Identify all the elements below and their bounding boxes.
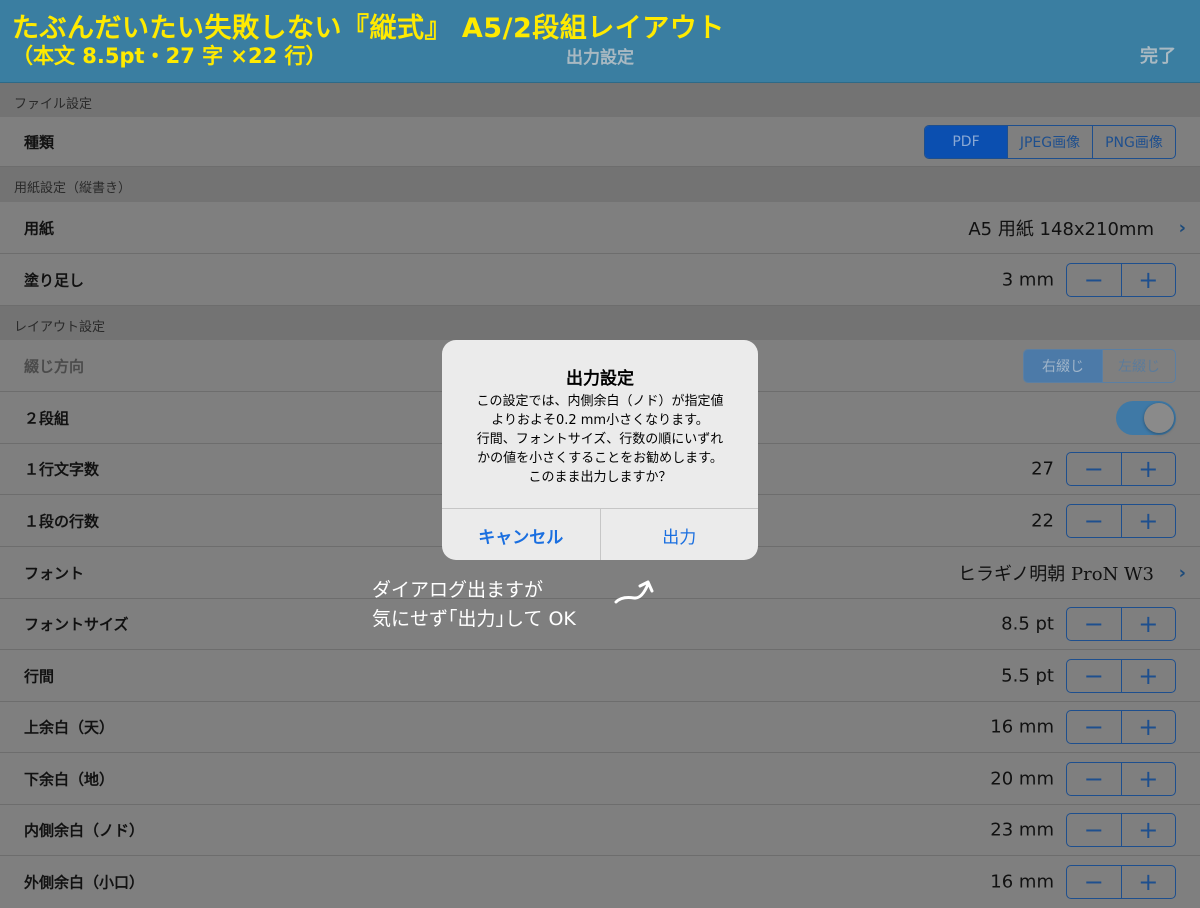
- annotation-line: 気にせず｢出力｣して OK: [372, 608, 576, 630]
- lines-per-column-label: １段の行数: [24, 512, 100, 530]
- margin-outer-row: 外側余白（小口） 16 mm − +: [0, 856, 1200, 908]
- font-size-stepper: − +: [1066, 607, 1176, 641]
- dialog-title: 出力設定: [566, 369, 634, 389]
- decrement-button[interactable]: −: [1067, 711, 1121, 743]
- decrement-button[interactable]: −: [1067, 660, 1121, 692]
- dialog-message-line: よりおよそ0.2 mm小さくなります。: [491, 413, 709, 428]
- bleed-stepper: − +: [1066, 262, 1176, 297]
- two-column-toggle[interactable]: [1116, 400, 1176, 435]
- margin-outer-stepper: − +: [1066, 865, 1176, 899]
- binding-segmented: 右綴じ 左綴じ: [1023, 348, 1176, 383]
- lines-per-column-stepper: − +: [1066, 503, 1176, 538]
- increment-button[interactable]: +: [1120, 711, 1176, 743]
- section-header-paper: 用紙設定（縦書き）: [0, 167, 1200, 202]
- margin-bottom-value: 20 mm: [990, 768, 1054, 789]
- font-size-value: 8.5 pt: [1001, 613, 1054, 635]
- margin-top-label: 上余白（天）: [24, 718, 115, 737]
- dialog-message-line: 行間、フォントサイズ、行数の順にいずれ: [476, 432, 724, 447]
- section-title-paper: 用紙設定（縦書き）: [14, 181, 132, 196]
- segment-right-binding[interactable]: 右綴じ: [1024, 349, 1102, 382]
- increment-button[interactable]: +: [1120, 263, 1176, 296]
- dialog-message-line: このまま出力しますか？: [528, 470, 672, 485]
- margin-inner-stepper: − +: [1066, 813, 1176, 847]
- navigation-header: たぶんだいたい失敗しない『縦式』 A5/2段組レイアウト （本文 8.5pt・2…: [0, 0, 1200, 83]
- margin-outer-label: 外側余白（小口）: [24, 873, 145, 892]
- segment-left-binding[interactable]: 左綴じ: [1102, 349, 1175, 382]
- section-title-layout: レイアウト設定: [14, 320, 106, 335]
- margin-top-value: 16 mm: [990, 716, 1054, 738]
- increment-button[interactable]: +: [1120, 504, 1176, 537]
- two-column-label: ２段組: [24, 409, 70, 427]
- margin-bottom-stepper: − +: [1066, 761, 1176, 796]
- line-spacing-value: 5.5 pt: [1001, 665, 1054, 686]
- paper-label: 用紙: [24, 219, 55, 237]
- margin-top-row: 上余白（天） 16 mm − +: [0, 702, 1200, 753]
- paper-value: A5 用紙 148x210mm: [968, 218, 1154, 240]
- line-spacing-row: 行間 5.5 pt − +: [0, 650, 1200, 702]
- file-type-label: 種類: [24, 133, 55, 151]
- chars-per-line-label: １行文字数: [24, 460, 100, 479]
- margin-bottom-label: 下余白（地）: [24, 770, 115, 788]
- dialog-message-line: この設定では、内側余白（ノド）が指定値: [476, 394, 724, 409]
- file-type-segmented: PDF JPEG画像 PNG画像: [924, 124, 1176, 159]
- dialog-actions: キャンセル 出力: [442, 508, 758, 560]
- margin-inner-label: 内側余白（ノド）: [24, 821, 145, 840]
- line-spacing-stepper: − +: [1066, 658, 1176, 693]
- increment-button[interactable]: +: [1120, 866, 1176, 898]
- output-alert-dialog: 出力設定 この設定では、内側余白（ノド）が指定値 よりおよそ0.2 mm小さくな…: [442, 340, 758, 560]
- decrement-button[interactable]: −: [1067, 866, 1121, 898]
- increment-button[interactable]: +: [1120, 762, 1176, 795]
- cancel-button[interactable]: キャンセル: [442, 509, 600, 560]
- paper-row[interactable]: 用紙 A5 用紙 148x210mm ›: [0, 202, 1200, 254]
- margin-top-stepper: − +: [1066, 710, 1176, 744]
- font-label: フォント: [24, 564, 85, 582]
- decrement-button[interactable]: −: [1067, 264, 1121, 296]
- section-header-file: ファイル設定: [0, 83, 1200, 117]
- font-size-label: フォントサイズ: [24, 615, 129, 634]
- margin-inner-row: 内側余白（ノド） 23 mm − +: [0, 805, 1200, 856]
- lines-per-column-value: 22: [1031, 510, 1054, 531]
- chars-per-line-stepper: − +: [1066, 452, 1176, 486]
- dialog-message: この設定では、内側余白（ノド）が指定値 よりおよそ0.2 mm小さくなります。 …: [458, 392, 742, 487]
- margin-outer-value: 16 mm: [990, 871, 1054, 893]
- segment-pdf[interactable]: PDF: [925, 125, 1007, 158]
- segment-png[interactable]: PNG画像: [1092, 125, 1175, 158]
- bleed-row: 塗り足し 3 mm − +: [0, 254, 1200, 306]
- font-size-row: フォントサイズ 8.5 pt − +: [0, 599, 1200, 650]
- annotation-line: ダイアログ出ますが: [372, 579, 544, 601]
- increment-button[interactable]: +: [1120, 814, 1176, 846]
- section-header-layout: レイアウト設定: [0, 306, 1200, 340]
- chevron-right-icon: ›: [1178, 217, 1186, 238]
- file-type-row: 種類 PDF JPEG画像 PNG画像: [0, 117, 1200, 167]
- dialog-message-line: かの値を小さくすることをお勧めします。: [477, 451, 723, 466]
- increment-button[interactable]: +: [1120, 608, 1176, 640]
- increment-button[interactable]: +: [1120, 659, 1176, 692]
- annotation-note: ダイアログ出ますが 気にせず｢出力｣して OK: [372, 576, 576, 634]
- decrement-button[interactable]: −: [1067, 763, 1121, 795]
- decrement-button[interactable]: −: [1067, 608, 1121, 640]
- section-title-file: ファイル設定: [14, 97, 93, 112]
- margin-inner-value: 23 mm: [990, 819, 1054, 841]
- nav-title: 出力設定: [566, 48, 634, 68]
- bleed-value: 3 mm: [1001, 269, 1054, 290]
- chevron-right-icon: ›: [1178, 562, 1186, 583]
- toggle-knob: [1144, 402, 1174, 433]
- line-spacing-label: 行間: [24, 667, 55, 685]
- margin-bottom-row: 下余白（地） 20 mm − +: [0, 753, 1200, 805]
- chars-per-line-value: 27: [1031, 458, 1054, 480]
- decrement-button[interactable]: −: [1067, 814, 1121, 846]
- increment-button[interactable]: +: [1120, 453, 1176, 485]
- binding-label: 綴じ方向: [24, 357, 85, 375]
- curved-arrow-icon: [614, 580, 654, 604]
- decrement-button[interactable]: −: [1067, 505, 1121, 537]
- bleed-label: 塗り足し: [24, 271, 85, 289]
- segment-jpeg[interactable]: JPEG画像: [1007, 125, 1092, 158]
- output-button[interactable]: 出力: [599, 509, 759, 560]
- done-button[interactable]: 完了: [1140, 42, 1176, 68]
- decrement-button[interactable]: −: [1067, 453, 1121, 485]
- font-value: ヒラギノ明朝 ProN W3: [958, 563, 1154, 585]
